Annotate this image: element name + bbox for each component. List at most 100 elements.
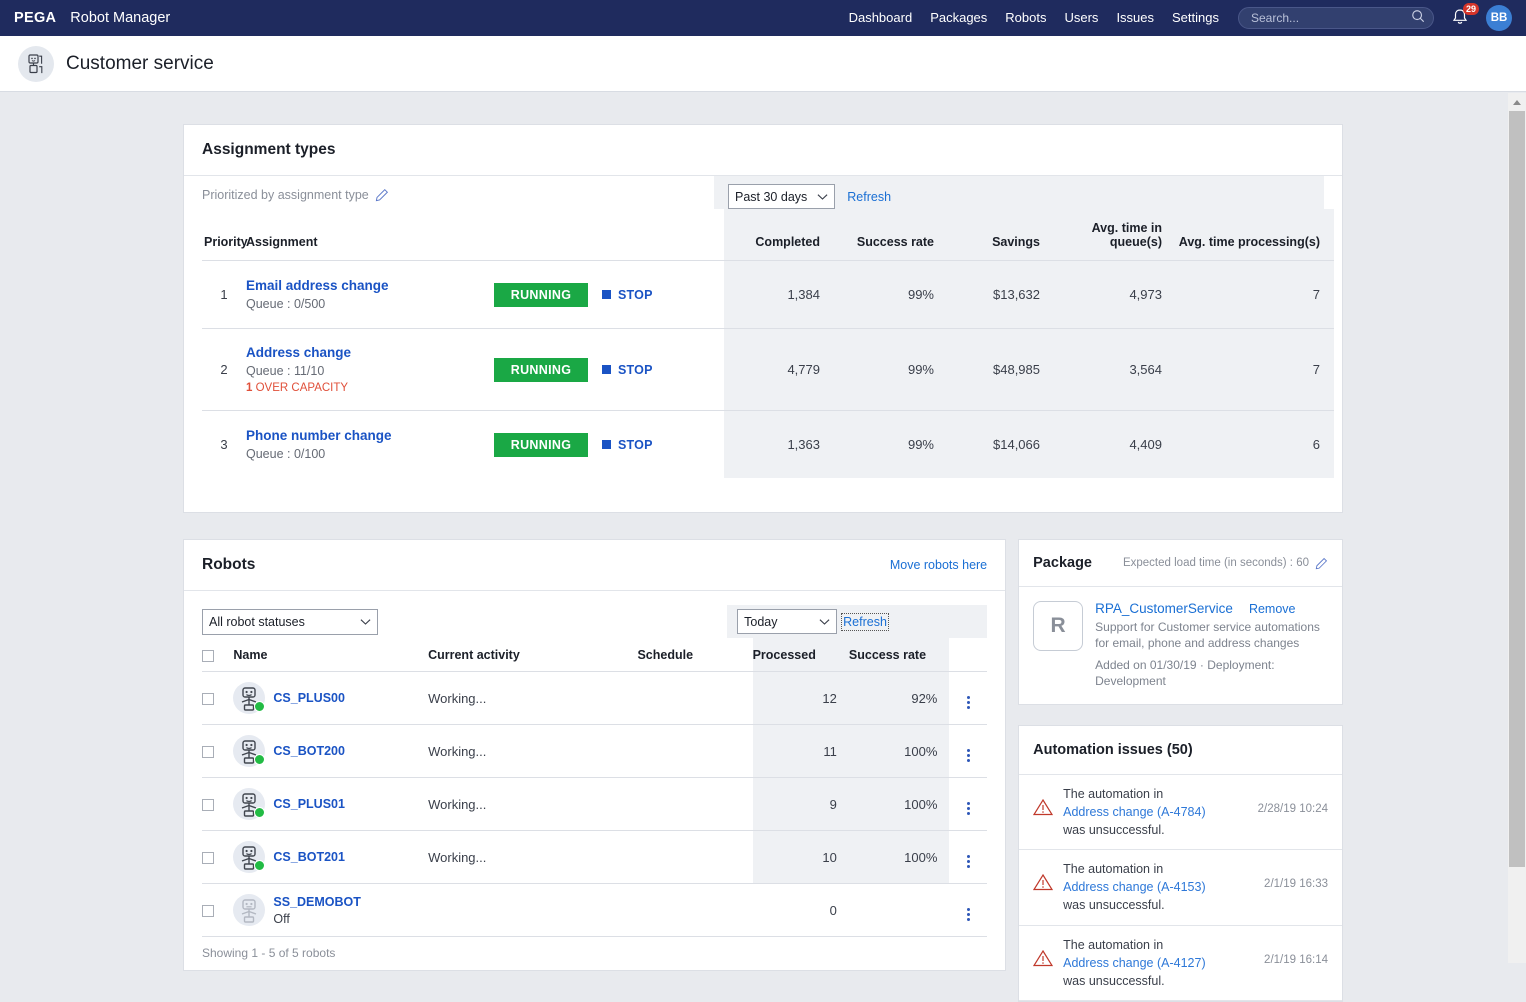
select-all-checkbox[interactable] xyxy=(202,650,214,662)
assignment-period-select[interactable]: Past 30 days xyxy=(728,184,835,209)
robot-name-cell: SS_DEMOBOT Off xyxy=(233,884,428,937)
robot-success-cell xyxy=(849,884,949,937)
stop-square-icon xyxy=(602,365,611,374)
status-running-button[interactable]: RUNNING xyxy=(494,283,588,307)
robot-processed-cell: 0 xyxy=(753,884,849,937)
col-robot-success-rate: Success rate xyxy=(849,638,949,672)
row-checkbox[interactable] xyxy=(202,852,214,864)
edit-pencil-icon[interactable] xyxy=(1315,557,1328,570)
status-running-button[interactable]: RUNNING xyxy=(494,433,588,457)
assignment-types-header: Assignment types xyxy=(184,125,1342,176)
robot-row-menu-cell xyxy=(949,725,987,778)
row-checkbox[interactable] xyxy=(202,746,214,758)
robot-name-link[interactable]: CS_BOT201 xyxy=(273,849,345,866)
issue-link[interactable]: Address change xyxy=(1063,880,1153,894)
robot-name-link[interactable]: CS_PLUS00 xyxy=(273,690,345,707)
stop-button[interactable]: STOP xyxy=(602,288,653,302)
package-remove-link[interactable]: Remove xyxy=(1249,602,1296,616)
kebab-menu-icon[interactable] xyxy=(967,855,970,868)
automation-issues-header: Automation issues (50) xyxy=(1019,726,1342,775)
assignment-link[interactable]: Email address change xyxy=(246,278,494,293)
issue-link[interactable]: Address change xyxy=(1063,805,1153,819)
package-name-link[interactable]: RPA_CustomerService xyxy=(1095,601,1233,616)
col-priority: Priority xyxy=(202,209,246,261)
nav-link-issues[interactable]: Issues xyxy=(1107,0,1163,36)
table-row: CS_PLUS01 Working... 9 100% xyxy=(202,778,987,831)
search-box[interactable] xyxy=(1238,7,1434,29)
row-select-cell xyxy=(202,778,233,831)
assignment-types-table: Priority Assignment Completed Success ra… xyxy=(202,209,1334,478)
row-checkbox[interactable] xyxy=(202,693,214,705)
assignment-link[interactable]: Phone number change xyxy=(246,428,494,443)
assignment-table-body: 1 Email address change Queue : 0/500 RUN… xyxy=(202,261,1334,479)
table-row: 2 Address change Queue : 11/10 1 OVER CA… xyxy=(202,329,1334,411)
robot-row-menu-cell xyxy=(949,884,987,937)
status-running-button[interactable]: RUNNING xyxy=(494,358,588,382)
robots-period-select[interactable]: Today xyxy=(737,609,837,634)
nav-link-dashboard[interactable]: Dashboard xyxy=(840,0,922,36)
robot-status-sub: Off xyxy=(273,912,289,926)
notifications-button[interactable]: 29 xyxy=(1450,7,1472,29)
robot-schedule-cell xyxy=(637,725,752,778)
robot-status-filter-select[interactable]: All robot statuses xyxy=(202,609,378,635)
robot-activity-cell: Working... xyxy=(428,725,637,778)
kebab-menu-icon[interactable] xyxy=(967,908,970,921)
kebab-menu-icon[interactable] xyxy=(967,802,970,815)
assignment-period-controls: Past 30 days Refresh xyxy=(728,184,1310,209)
table-row: CS_BOT200 Working... 11 100% xyxy=(202,725,987,778)
robots-table-header-row: Name Current activity Schedule Processed… xyxy=(202,638,987,672)
row-select-cell xyxy=(202,672,233,725)
kebab-menu-icon[interactable] xyxy=(967,749,970,762)
kebab-menu-icon[interactable] xyxy=(967,696,970,709)
issue-ref[interactable]: (A-4153) xyxy=(1157,880,1206,894)
row-actions-cell: RUNNING STOP xyxy=(494,411,724,479)
cell-savings: $13,632 xyxy=(948,261,1054,329)
col-processed: Processed xyxy=(753,638,849,672)
nav-link-users[interactable]: Users xyxy=(1055,0,1107,36)
robot-status-filter-value: All robot statuses xyxy=(209,615,305,629)
assignment-link[interactable]: Address change xyxy=(246,345,494,360)
page-scrollbar[interactable] xyxy=(1508,93,1526,963)
robot-name-link[interactable]: CS_BOT200 xyxy=(273,743,345,760)
col-avg-queue: Avg. time in queue(s) xyxy=(1054,209,1176,261)
robots-refresh-link[interactable]: Refresh xyxy=(843,615,887,629)
row-checkbox[interactable] xyxy=(202,905,214,917)
package-header: Package Expected load time (in seconds) … xyxy=(1019,540,1342,587)
package-meta-group: Expected load time (in seconds) : 60 xyxy=(1123,557,1328,570)
package-info: RPA_CustomerService Remove Support for C… xyxy=(1095,601,1328,690)
package-avatar: R xyxy=(1033,601,1083,651)
move-robots-here-link[interactable]: Move robots here xyxy=(890,558,987,572)
nav-link-settings[interactable]: Settings xyxy=(1163,0,1228,36)
stop-button[interactable]: STOP xyxy=(602,363,653,377)
robots-controls: All robot statuses Today xyxy=(202,591,987,638)
table-row: SS_DEMOBOT Off 0 xyxy=(202,884,987,937)
search-input[interactable] xyxy=(1251,11,1411,25)
user-avatar[interactable]: BB xyxy=(1486,5,1512,31)
cell-completed: 1,384 xyxy=(724,261,834,329)
package-description: Support for Customer service automations… xyxy=(1095,619,1328,652)
edit-pencil-icon[interactable] xyxy=(375,188,389,202)
automation-issues-card: Automation issues (50) The automation in… xyxy=(1018,725,1343,1002)
cell-avg-queue: 4,973 xyxy=(1054,261,1176,329)
assignment-refresh-link[interactable]: Refresh xyxy=(847,190,891,204)
robots-period-controls: Today Refresh xyxy=(727,605,987,638)
customer-service-icon xyxy=(18,46,54,82)
row-priority: 2 xyxy=(202,329,246,411)
nav-link-robots[interactable]: Robots xyxy=(996,0,1055,36)
robots-header: Robots Move robots here xyxy=(184,540,1005,591)
row-checkbox[interactable] xyxy=(202,799,214,811)
nav-link-packages[interactable]: Packages xyxy=(921,0,996,36)
row-select-cell xyxy=(202,831,233,884)
scrollbar-thumb[interactable] xyxy=(1509,111,1525,867)
robot-success-cell: 100% xyxy=(849,778,949,831)
robot-name-link[interactable]: CS_PLUS01 xyxy=(273,796,345,813)
robots-title: Robots xyxy=(202,556,255,574)
robot-success-cell: 92% xyxy=(849,672,949,725)
scrollbar-up-button[interactable] xyxy=(1508,93,1526,111)
issue-ref[interactable]: (A-4784) xyxy=(1157,805,1206,819)
robot-name-link[interactable]: SS_DEMOBOT xyxy=(273,894,361,911)
assignment-queue: Queue : 0/100 xyxy=(246,447,494,461)
col-current-activity: Current activity xyxy=(428,638,637,672)
robot-success-cell: 100% xyxy=(849,831,949,884)
stop-button[interactable]: STOP xyxy=(602,438,653,452)
